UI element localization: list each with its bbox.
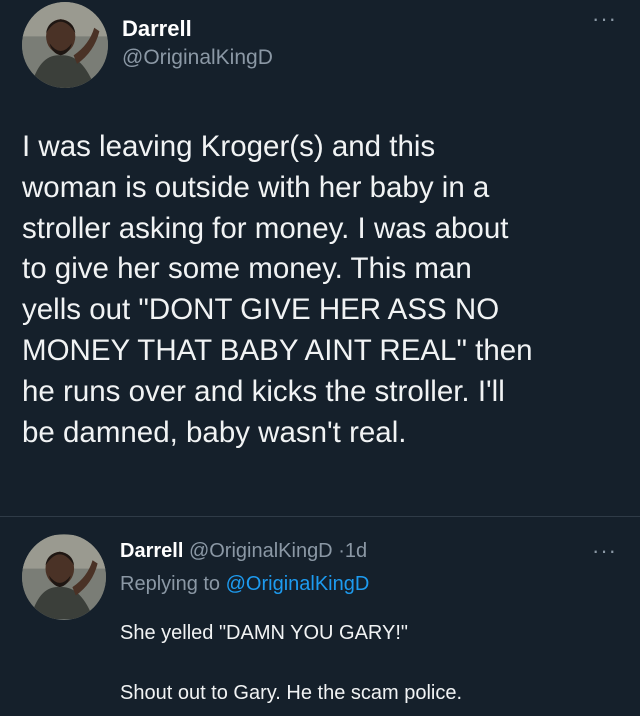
reply-text-line-1: She yelled "DAMN YOU GARY!": [120, 622, 409, 644]
replying-to-label: Replying to: [120, 573, 221, 595]
reply-header: Darrell @OriginalKingD ·1d: [120, 540, 367, 563]
avatar[interactable]: [22, 2, 108, 88]
reply-more-options-icon[interactable]: ···: [592, 540, 617, 562]
reply-text-line-2: Shout out to Gary. He the scam police.: [120, 682, 463, 704]
replying-to-line: Replying to @OriginalKingD: [120, 573, 369, 596]
tweet-text: I was leaving Kroger(s) and this woman i…: [22, 130, 533, 449]
author-name[interactable]: Darrell: [122, 16, 192, 42]
author-handle[interactable]: @OriginalKingD: [122, 46, 273, 70]
reply-timestamp[interactable]: 1d: [345, 540, 367, 562]
reply-author-name[interactable]: Darrell: [120, 540, 183, 562]
more-options-icon[interactable]: ···: [592, 8, 617, 30]
avatar-photo: [22, 2, 108, 88]
separator-dot: ·: [338, 540, 345, 562]
divider: [0, 516, 640, 517]
reply-author-handle[interactable]: @OriginalKingD: [189, 540, 333, 562]
reply-avatar[interactable]: [22, 534, 106, 620]
avatar-photo: [22, 535, 106, 619]
replying-to-mention[interactable]: @OriginalKingD: [226, 573, 370, 595]
